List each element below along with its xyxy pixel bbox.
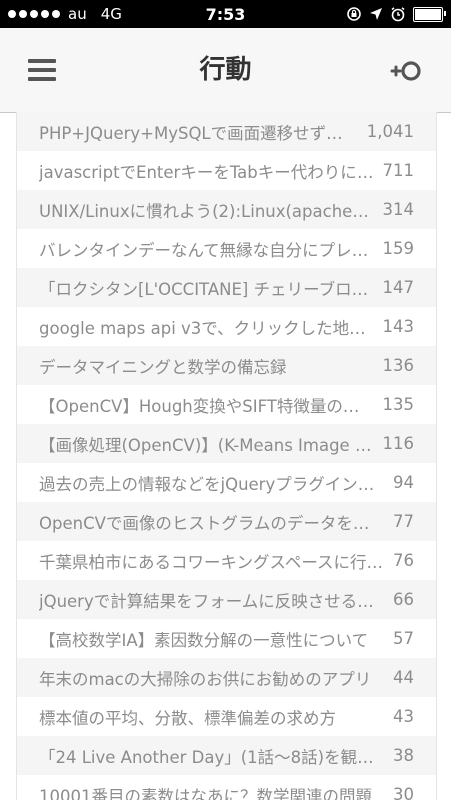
list-item-title: 標本値の平均、分散、標準偏差の求め方	[39, 708, 336, 728]
list-item[interactable]: 【画像処理(OpenCV)】(K-Means Image Segmentatio…	[17, 424, 436, 463]
list-item-title: 「ロクシタン[L'OCCITANE] チェリーブロッサム」	[39, 279, 375, 299]
list-item-title: 【高校数学IA】素因数分解の一意性について	[39, 630, 369, 650]
list-item-title: 「24 Live Another Day」(1話〜8話)を観た感想	[39, 747, 385, 767]
list-item-title: 【画像処理(OpenCV)】(K-Means Image Segmentatio…	[39, 435, 375, 455]
list-item-title: 過去の売上の情報などをjQueryプラグインでグラフ化	[39, 474, 385, 494]
list-item-title: OpenCVで画像のヒストグラムのデータを取得する	[39, 513, 385, 533]
list-item[interactable]: OpenCVで画像のヒストグラムのデータを取得する 77	[17, 502, 436, 541]
list-item-title: 千葉県柏市にあるコワーキングスペースに行ってきた	[39, 552, 385, 572]
list-item[interactable]: 「ロクシタン[L'OCCITANE] チェリーブロッサム」 147	[17, 268, 436, 307]
list-item[interactable]: 「24 Live Another Day」(1話〜8話)を観た感想 38	[17, 736, 436, 775]
list-item-title: jQueryで計算結果をフォームに反映させる方法	[39, 591, 385, 611]
list-item-count: 57	[393, 629, 414, 648]
list-item-title: PHP+JQuery+MySQLで画面遷移せずに入力データを保存する方法	[39, 123, 359, 143]
list-item[interactable]: 年末のmacの大掃除のお供にお勧めのアプリ 44	[17, 658, 436, 697]
refresh-icon[interactable]	[389, 56, 425, 86]
list-item-count: 314	[382, 200, 415, 219]
alarm-clock-icon	[391, 7, 405, 22]
navigation-bar: 行動	[0, 28, 451, 113]
list-item-count: 38	[393, 746, 414, 765]
list-item[interactable]: 【高校数学IA】素因数分解の一意性について 57	[17, 619, 436, 658]
list-item-count: 116	[382, 434, 415, 453]
list-item-title: 年末のmacの大掃除のお供にお勧めのアプリ	[39, 669, 372, 689]
list-item-count: 136	[382, 356, 415, 375]
list-item[interactable]: 【OpenCV】Hough変換やSIFT特徴量の使い方 135	[17, 385, 436, 424]
ranking-list: PHP+JQuery+MySQLで画面遷移せずに入力データを保存する方法 1,04…	[16, 112, 437, 800]
list-item[interactable]: 過去の売上の情報などをjQueryプラグインでグラフ化 94	[17, 463, 436, 502]
list-item-count: 43	[393, 707, 414, 726]
list-item-title: UNIX/Linuxに慣れよう(2):Linux(apache)の設定	[39, 201, 375, 221]
rotation-lock-icon	[347, 7, 361, 21]
battery-icon	[413, 6, 446, 22]
signal-strength-icon	[8, 10, 60, 18]
list-item[interactable]: 標本値の平均、分散、標準偏差の求め方 43	[17, 697, 436, 736]
page-title: 行動	[199, 55, 252, 85]
list-item-count: 1,041	[366, 122, 414, 141]
list-item[interactable]: UNIX/Linuxに慣れよう(2):Linux(apache)の設定 314	[17, 190, 436, 229]
list-item[interactable]: データマイニングと数学の備忘録 136	[17, 346, 436, 385]
list-item-count: 77	[393, 512, 414, 531]
list-item-title: バレンタインデーなんて無縁な自分にプレゼント	[39, 240, 375, 260]
list-item-count: 147	[382, 278, 415, 297]
list-item-title: google maps api v3で、クリックした地点の緯度経度	[39, 318, 375, 338]
list-item-count: 135	[382, 395, 415, 414]
list-item[interactable]: PHP+JQuery+MySQLで画面遷移せずに入力データを保存する方法 1,04…	[17, 112, 436, 151]
list-item-title: javascriptでEnterキーをTabキー代わりにする	[39, 162, 375, 182]
list-item-count: 30	[393, 785, 414, 800]
list-item-title: 10001番目の素数はなあに？数学関連の問題	[39, 786, 372, 800]
list-item-title: 【OpenCV】Hough変換やSIFT特徴量の使い方	[39, 396, 375, 416]
list-item-title: データマイニングと数学の備忘録	[39, 357, 287, 377]
status-bar: au 4G 7:53	[0, 0, 451, 28]
menu-button[interactable]	[28, 59, 56, 81]
list-item-count: 44	[393, 668, 414, 687]
location-arrow-icon	[370, 8, 382, 20]
list-item[interactable]: 千葉県柏市にあるコワーキングスペースに行ってきた 76	[17, 541, 436, 580]
list-item-count: 159	[382, 239, 415, 258]
list-item-count: 94	[393, 473, 414, 492]
list-item[interactable]: バレンタインデーなんて無縁な自分にプレゼント 159	[17, 229, 436, 268]
list-item-count: 76	[393, 551, 414, 570]
network-type-label: 4G	[100, 5, 122, 23]
list-item-count: 66	[393, 590, 414, 609]
list-item[interactable]: google maps api v3で、クリックした地点の緯度経度 143	[17, 307, 436, 346]
carrier-label: au	[68, 5, 87, 23]
list-item[interactable]: 10001番目の素数はなあに？数学関連の問題 30	[17, 775, 436, 800]
list-item-count: 143	[382, 317, 415, 336]
list-item[interactable]: javascriptでEnterキーをTabキー代わりにする 711	[17, 151, 436, 190]
list-item[interactable]: jQueryで計算結果をフォームに反映させる方法 66	[17, 580, 436, 619]
list-item-count: 711	[382, 161, 415, 180]
